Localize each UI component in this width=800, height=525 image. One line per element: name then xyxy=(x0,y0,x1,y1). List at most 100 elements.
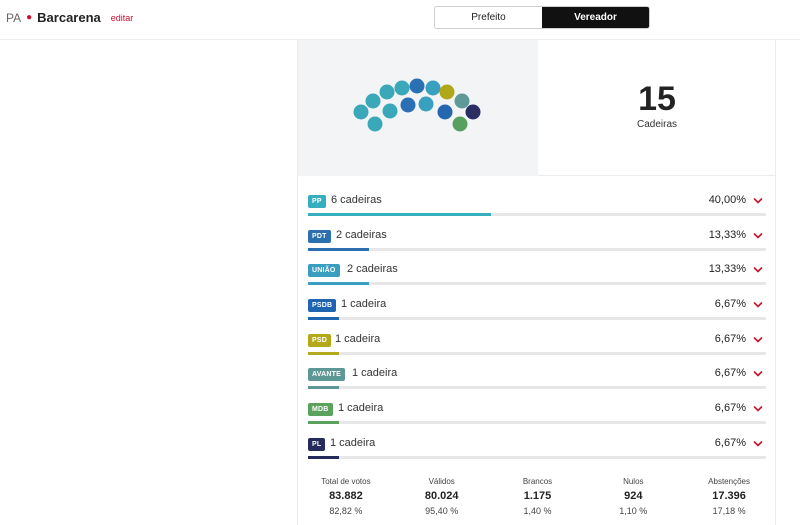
location: PA ● Barcarena editar xyxy=(6,10,133,25)
party-badge: PDT xyxy=(308,229,331,243)
total-value: 1.175 xyxy=(523,490,552,502)
total-label: Total de votos xyxy=(321,477,371,486)
total-item: Nulos 924 1,10 % xyxy=(585,477,681,516)
results-panel: 15 Cadeiras PP 6 cadeiras 40,00% PDT 2 cadei… xyxy=(297,40,776,525)
vote-totals: Total de votos 83.882 82,82 % Válidos 80.024… xyxy=(298,477,777,516)
party-row[interactable]: PSDB 1 cadeira 6,67% xyxy=(308,297,766,332)
party-badge: MDB xyxy=(308,403,333,417)
seat-dot xyxy=(367,116,383,132)
total-item: Abstenções 17.396 17,18 % xyxy=(681,477,777,516)
tab-prefeito[interactable]: Prefeito xyxy=(435,7,542,28)
tab-vereador[interactable]: Vereador xyxy=(542,7,649,28)
party-bar-track xyxy=(308,282,766,286)
party-bar-fill xyxy=(308,213,492,216)
party-bar-track xyxy=(308,455,766,459)
seat-count-label: Cadeiras xyxy=(636,119,678,130)
party-percent: 6,67% xyxy=(714,298,746,311)
city-name: Barcarena xyxy=(37,10,101,25)
seat-dot xyxy=(379,84,395,100)
party-seats: 1 cadeira xyxy=(352,367,398,380)
total-value: 83.882 xyxy=(329,490,363,502)
party-seats: 1 cadeira xyxy=(330,436,376,449)
party-row[interactable]: PDT 2 cadeiras 13,33% xyxy=(308,228,766,263)
total-item: Total de votos 83.882 82,82 % xyxy=(298,477,394,516)
party-bar-track xyxy=(308,421,766,425)
party-bar-track xyxy=(308,317,766,321)
seat-dot xyxy=(452,116,468,132)
party-seats: 1 cadeira xyxy=(338,402,384,415)
total-label: Válidos xyxy=(428,477,455,486)
seat-dot xyxy=(409,78,425,94)
party-seats: 6 cadeiras xyxy=(331,194,382,206)
party-seats: 1 cadeira xyxy=(335,332,381,345)
total-label: Brancos xyxy=(522,477,553,486)
party-bar-fill xyxy=(308,317,339,321)
party-list: PP 6 cadeiras 40,00% PDT 2 cadeiras 13,33% UNI… xyxy=(308,193,766,471)
chevron-down-icon[interactable] xyxy=(752,438,764,450)
party-seats: 2 cadeiras xyxy=(347,263,398,276)
party-percent: 40,00% xyxy=(708,194,746,206)
party-row[interactable]: PSD 1 cadeira 6,67% xyxy=(308,332,766,367)
chevron-down-icon[interactable] xyxy=(752,299,764,311)
party-bar-fill xyxy=(308,386,339,390)
party-row[interactable]: PP 6 cadeiras 40,00% xyxy=(308,193,766,228)
party-bar-track xyxy=(308,351,766,355)
party-bar-track xyxy=(308,247,766,251)
party-bar-fill xyxy=(308,421,339,425)
office-tabs: Prefeito Vereador xyxy=(434,6,650,29)
seat-dot xyxy=(425,80,441,96)
party-row[interactable]: MDB 1 cadeira 6,67% xyxy=(308,401,766,436)
total-value: 80.024 xyxy=(424,490,459,502)
seat-chart-svg xyxy=(353,78,481,132)
party-bar-track xyxy=(308,386,766,390)
party-percent: 13,33% xyxy=(708,263,746,276)
party-percent: 6,67% xyxy=(714,436,746,449)
party-percent: 6,67% xyxy=(714,332,746,345)
total-percent: 95,40 % xyxy=(425,506,459,516)
seat-dot xyxy=(439,84,455,100)
chevron-down-icon[interactable] xyxy=(752,368,764,380)
party-bar-fill xyxy=(308,351,339,355)
party-badge: PP xyxy=(308,195,326,208)
party-row[interactable]: PL 1 cadeira 6,67% xyxy=(308,436,766,471)
party-bar-fill xyxy=(308,455,339,459)
seat-chart xyxy=(298,40,538,176)
chevron-down-icon[interactable] xyxy=(752,230,764,242)
total-percent: 82,82 % xyxy=(329,506,363,516)
seat-dot xyxy=(437,104,453,120)
top-bar: PA ● Barcarena editar Prefeito Vereador xyxy=(0,0,800,40)
party-percent: 6,67% xyxy=(714,402,746,415)
party-bar-fill xyxy=(308,247,370,251)
party-bar-track xyxy=(308,213,766,216)
total-value: 924 xyxy=(624,490,643,502)
seat-dot xyxy=(353,104,369,120)
total-label: Nulos xyxy=(623,477,644,486)
edit-link[interactable]: editar xyxy=(111,13,134,23)
total-percent: 17,18 % xyxy=(712,506,746,516)
party-percent: 6,67% xyxy=(714,367,746,380)
seat-dot xyxy=(465,104,481,120)
seat-dot xyxy=(400,97,416,113)
party-row[interactable]: UNIÃO 2 cadeiras 13,33% xyxy=(308,262,766,297)
chevron-down-icon[interactable] xyxy=(752,264,764,276)
chevron-down-icon[interactable] xyxy=(752,334,764,346)
total-percent: 1,10 % xyxy=(619,506,648,516)
party-row[interactable]: AVANTE 1 cadeira 6,67% xyxy=(308,366,766,401)
party-seats: 2 cadeiras xyxy=(336,228,387,241)
party-badge: PSDB xyxy=(308,299,337,313)
party-percent: 13,33% xyxy=(708,228,746,241)
party-badge: PSD xyxy=(308,333,331,347)
party-seats: 1 cadeira xyxy=(341,298,387,311)
party-bar-fill xyxy=(308,282,370,286)
party-badge: PL xyxy=(308,437,326,451)
party-badge: UNIÃO xyxy=(308,264,340,278)
chevron-down-icon[interactable] xyxy=(752,195,764,207)
total-label: Abstenções xyxy=(708,477,750,486)
seat-dot xyxy=(418,96,434,112)
seat-count-box: 15 Cadeiras xyxy=(538,40,776,176)
chevron-down-icon[interactable] xyxy=(752,403,764,415)
seat-dot xyxy=(382,103,398,119)
seat-dot xyxy=(454,93,470,109)
total-item: Brancos 1.175 1,40 % xyxy=(490,477,586,516)
seat-count: 15 xyxy=(638,80,676,118)
